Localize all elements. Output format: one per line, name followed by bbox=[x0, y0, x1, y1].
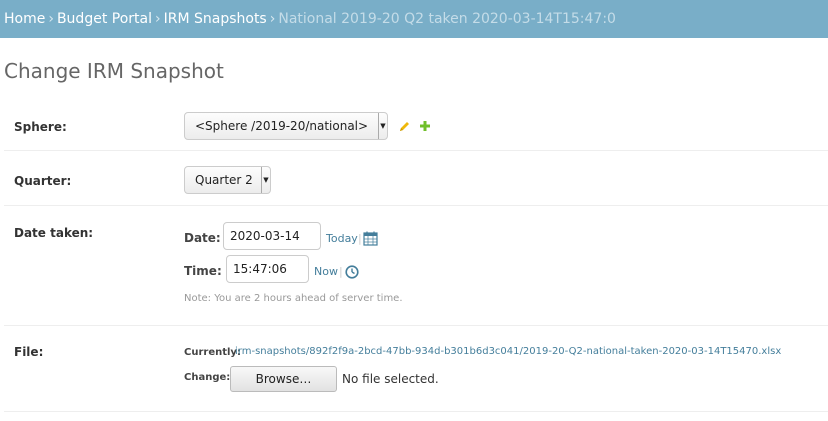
time-label: Time: bbox=[184, 264, 222, 278]
breadcrumb-portal-link[interactable]: Budget Portal bbox=[57, 11, 152, 27]
breadcrumb-separator: › bbox=[269, 11, 276, 27]
page-title: Change IRM Snapshot bbox=[4, 59, 224, 83]
now-link[interactable]: Now bbox=[314, 265, 338, 278]
breadcrumb-separator: › bbox=[154, 11, 161, 27]
separator: | bbox=[339, 265, 343, 278]
today-link[interactable]: Today bbox=[326, 232, 358, 245]
date-value: 2020-03-14 bbox=[230, 229, 300, 243]
server-time-note: Note: You are 2 hours ahead of server ti… bbox=[184, 293, 403, 304]
chevron-down-icon: ▼ bbox=[261, 167, 270, 193]
plus-icon[interactable] bbox=[419, 120, 431, 132]
quarter-selected-value: Quarter 2 bbox=[195, 173, 253, 187]
breadcrumb: Home › Budget Portal › IRM Snapshots › Nationa… bbox=[0, 0, 828, 38]
change-label: Change: bbox=[184, 372, 231, 383]
breadcrumb-current: National 2019-20 Q2 taken 2020-03-14T15:… bbox=[278, 11, 616, 27]
quarter-label: Quarter: bbox=[14, 174, 72, 188]
file-label: File: bbox=[14, 345, 44, 359]
calendar-icon[interactable] bbox=[363, 231, 378, 246]
file-row: File: Currently: irm-snapshots/892f2f9a-… bbox=[4, 326, 828, 412]
sphere-row: Sphere: <Sphere /2019-20/national> ▼ bbox=[4, 100, 828, 151]
pencil-icon[interactable] bbox=[398, 120, 411, 133]
current-file-link[interactable]: irm-snapshots/892f2f9a-2bcd-47bb-934d-b3… bbox=[235, 346, 781, 357]
time-value: 15:47:06 bbox=[233, 262, 287, 276]
separator: | bbox=[358, 232, 362, 245]
date-label: Date: bbox=[184, 231, 221, 245]
time-input[interactable]: 15:47:06 bbox=[226, 255, 309, 283]
date-taken-row: Date taken: Date: 2020-03-14 Today | Tim… bbox=[4, 206, 828, 326]
quarter-row: Quarter: Quarter 2 ▼ bbox=[4, 151, 828, 206]
sphere-selected-value: <Sphere /2019-20/national> bbox=[195, 119, 369, 133]
sphere-select[interactable]: <Sphere /2019-20/national> ▼ bbox=[184, 112, 388, 140]
breadcrumb-home-link[interactable]: Home bbox=[4, 11, 45, 27]
quarter-select[interactable]: Quarter 2 ▼ bbox=[184, 166, 271, 194]
chevron-down-icon: ▼ bbox=[378, 113, 387, 139]
currently-label: Currently: bbox=[184, 347, 241, 358]
no-file-selected-text: No file selected. bbox=[342, 372, 439, 386]
browse-button[interactable]: Browse… bbox=[230, 366, 337, 392]
date-input[interactable]: 2020-03-14 bbox=[223, 222, 321, 250]
date-taken-label: Date taken: bbox=[14, 226, 94, 240]
breadcrumb-section-link[interactable]: IRM Snapshots bbox=[164, 11, 267, 27]
sphere-label: Sphere: bbox=[14, 120, 67, 134]
breadcrumb-separator: › bbox=[48, 11, 54, 27]
clock-icon[interactable] bbox=[345, 265, 359, 279]
